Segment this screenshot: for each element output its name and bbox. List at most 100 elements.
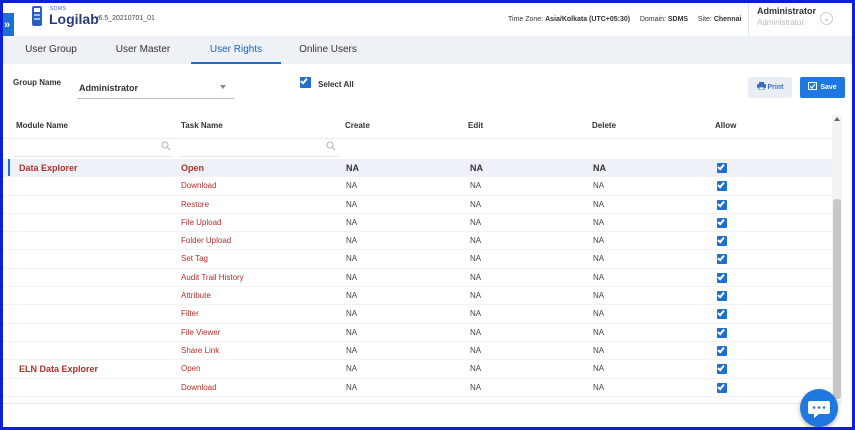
- table-row[interactable]: Data Explorer Open NA NA NA: [3, 159, 832, 178]
- table-row[interactable]: Restore NA NA NA: [3, 196, 832, 214]
- tab-online-users[interactable]: Online Users: [288, 36, 368, 64]
- dropdown-arrow-icon: [220, 85, 226, 89]
- table-row[interactable]: Attribute NA NA NA: [3, 287, 832, 306]
- task-name-cell: Download: [181, 382, 217, 392]
- column-header-create[interactable]: Create: [345, 121, 370, 130]
- save-label: Save: [820, 84, 837, 91]
- checkmark-icon: [717, 345, 725, 354]
- scroll-up-icon[interactable]: [834, 117, 840, 121]
- column-header-module[interactable]: Module Name: [16, 121, 68, 130]
- table-row[interactable]: Audit Trail History NA NA NA: [3, 269, 832, 288]
- grid-bottom-border: [3, 403, 832, 404]
- edit-cell: NA: [470, 327, 482, 337]
- delete-cell: NA: [593, 291, 605, 301]
- delete-cell: NA: [593, 345, 605, 355]
- checkmark-icon: [717, 290, 725, 299]
- create-cell: NA: [346, 236, 358, 246]
- table-row[interactable]: Share Link NA NA NA: [3, 342, 832, 361]
- delete-cell: NA: [593, 199, 605, 209]
- table-row[interactable]: ELN Data Explorer Open NA NA NA: [3, 360, 832, 379]
- allow-checkbox[interactable]: [717, 217, 727, 228]
- table-row[interactable]: File Upload NA NA NA: [3, 214, 832, 233]
- group-name-select[interactable]: Administrator: [77, 77, 234, 99]
- task-name-cell: Share Link: [181, 345, 220, 355]
- chat-button[interactable]: [800, 389, 838, 427]
- grid-body: Data Explorer Open NA NA NA Download NA NA NA Res…: [3, 159, 832, 397]
- delete-cell: NA: [593, 254, 605, 264]
- table-row[interactable]: Filter NA NA NA: [3, 305, 832, 324]
- column-header-edit[interactable]: Edit: [468, 121, 483, 130]
- column-header-allow[interactable]: Allow: [715, 121, 736, 130]
- allow-checkbox[interactable]: [717, 180, 727, 192]
- create-cell: NA: [346, 254, 358, 264]
- allow-checkbox[interactable]: [717, 345, 727, 356]
- task-name-cell: Download: [181, 181, 217, 191]
- user-menu-chevron-icon[interactable]: ⌄: [820, 12, 833, 25]
- table-row[interactable]: Download NA NA NA: [3, 177, 832, 196]
- task-name-cell: File Viewer: [181, 327, 221, 337]
- allow-checkbox[interactable]: [717, 290, 727, 302]
- create-cell: NA: [346, 199, 358, 209]
- checkmark-icon: [717, 327, 725, 336]
- task-name-cell: Set Tag: [181, 254, 208, 264]
- table-row[interactable]: Folder Upload NA NA NA: [3, 232, 832, 251]
- timezone-value: Asia/Kolkata (UTC+05:30): [545, 16, 631, 23]
- module-filter-input[interactable]: [13, 141, 173, 157]
- edit-cell: NA: [470, 291, 482, 301]
- print-button[interactable]: Print: [748, 77, 792, 98]
- expand-sidebar-button[interactable]: »: [3, 13, 14, 37]
- allow-checkbox[interactable]: [717, 327, 727, 338]
- task-name-cell: Open: [181, 364, 201, 374]
- tab-user-rights[interactable]: User Rights: [191, 36, 281, 64]
- select-all-label: Select All: [318, 80, 354, 89]
- user-name[interactable]: Administrator: [757, 6, 816, 16]
- checkmark-icon: [717, 363, 725, 372]
- group-name-value: Administrator: [79, 83, 139, 93]
- select-all-checkbox[interactable]: [300, 76, 311, 88]
- create-cell: NA: [346, 217, 358, 227]
- table-row[interactable]: Download NA NA NA: [3, 379, 832, 397]
- table-row[interactable]: Set Tag NA NA NA: [3, 250, 832, 269]
- grid-header: Module Name Task Name Create Edit Delete…: [3, 115, 832, 139]
- allow-checkbox[interactable]: [717, 308, 727, 320]
- tab-user-master[interactable]: User Master: [103, 36, 183, 64]
- edit-cell: NA: [470, 345, 482, 355]
- checkmark-icon: [717, 199, 725, 208]
- table-row[interactable]: File Viewer NA NA NA: [3, 324, 832, 342]
- task-name-cell: Attribute: [181, 291, 211, 301]
- task-filter-input[interactable]: [179, 141, 339, 157]
- module-name-cell: ELN Data Explorer: [19, 364, 99, 375]
- task-name-cell: Filter: [181, 309, 199, 319]
- checkmark-icon: [300, 76, 308, 85]
- user-role: Administrator: [757, 18, 805, 27]
- create-cell: NA: [346, 345, 358, 355]
- delete-cell: NA: [593, 364, 605, 374]
- allow-checkbox[interactable]: [717, 254, 727, 265]
- filter-row: [3, 139, 832, 159]
- search-icon: [161, 141, 171, 151]
- allow-checkbox[interactable]: [717, 363, 727, 375]
- task-name-cell: File Upload: [181, 217, 222, 227]
- checkmark-icon: [717, 217, 725, 226]
- column-header-task[interactable]: Task Name: [181, 121, 223, 130]
- logo-icon: [32, 6, 42, 26]
- edit-cell: NA: [470, 217, 482, 227]
- scrollbar-thumb[interactable]: [833, 199, 841, 399]
- delete-cell: NA: [593, 309, 605, 319]
- save-check-icon: [808, 82, 818, 90]
- task-name-cell: Open: [181, 163, 205, 173]
- column-header-delete[interactable]: Delete: [592, 121, 616, 130]
- allow-checkbox[interactable]: [717, 162, 727, 173]
- grid-scrollbar[interactable]: [832, 115, 842, 405]
- edit-cell: NA: [470, 199, 482, 209]
- checkmark-icon: [717, 180, 725, 189]
- create-cell: NA: [346, 272, 358, 282]
- allow-checkbox[interactable]: [717, 199, 727, 210]
- allow-checkbox[interactable]: [717, 235, 727, 247]
- tab-user-group[interactable]: User Group: [11, 36, 91, 64]
- edit-cell: NA: [470, 254, 482, 264]
- allow-checkbox[interactable]: [717, 382, 727, 393]
- allow-checkbox[interactable]: [717, 272, 727, 283]
- save-button[interactable]: Save: [800, 77, 845, 98]
- delete-cell: NA: [593, 217, 605, 227]
